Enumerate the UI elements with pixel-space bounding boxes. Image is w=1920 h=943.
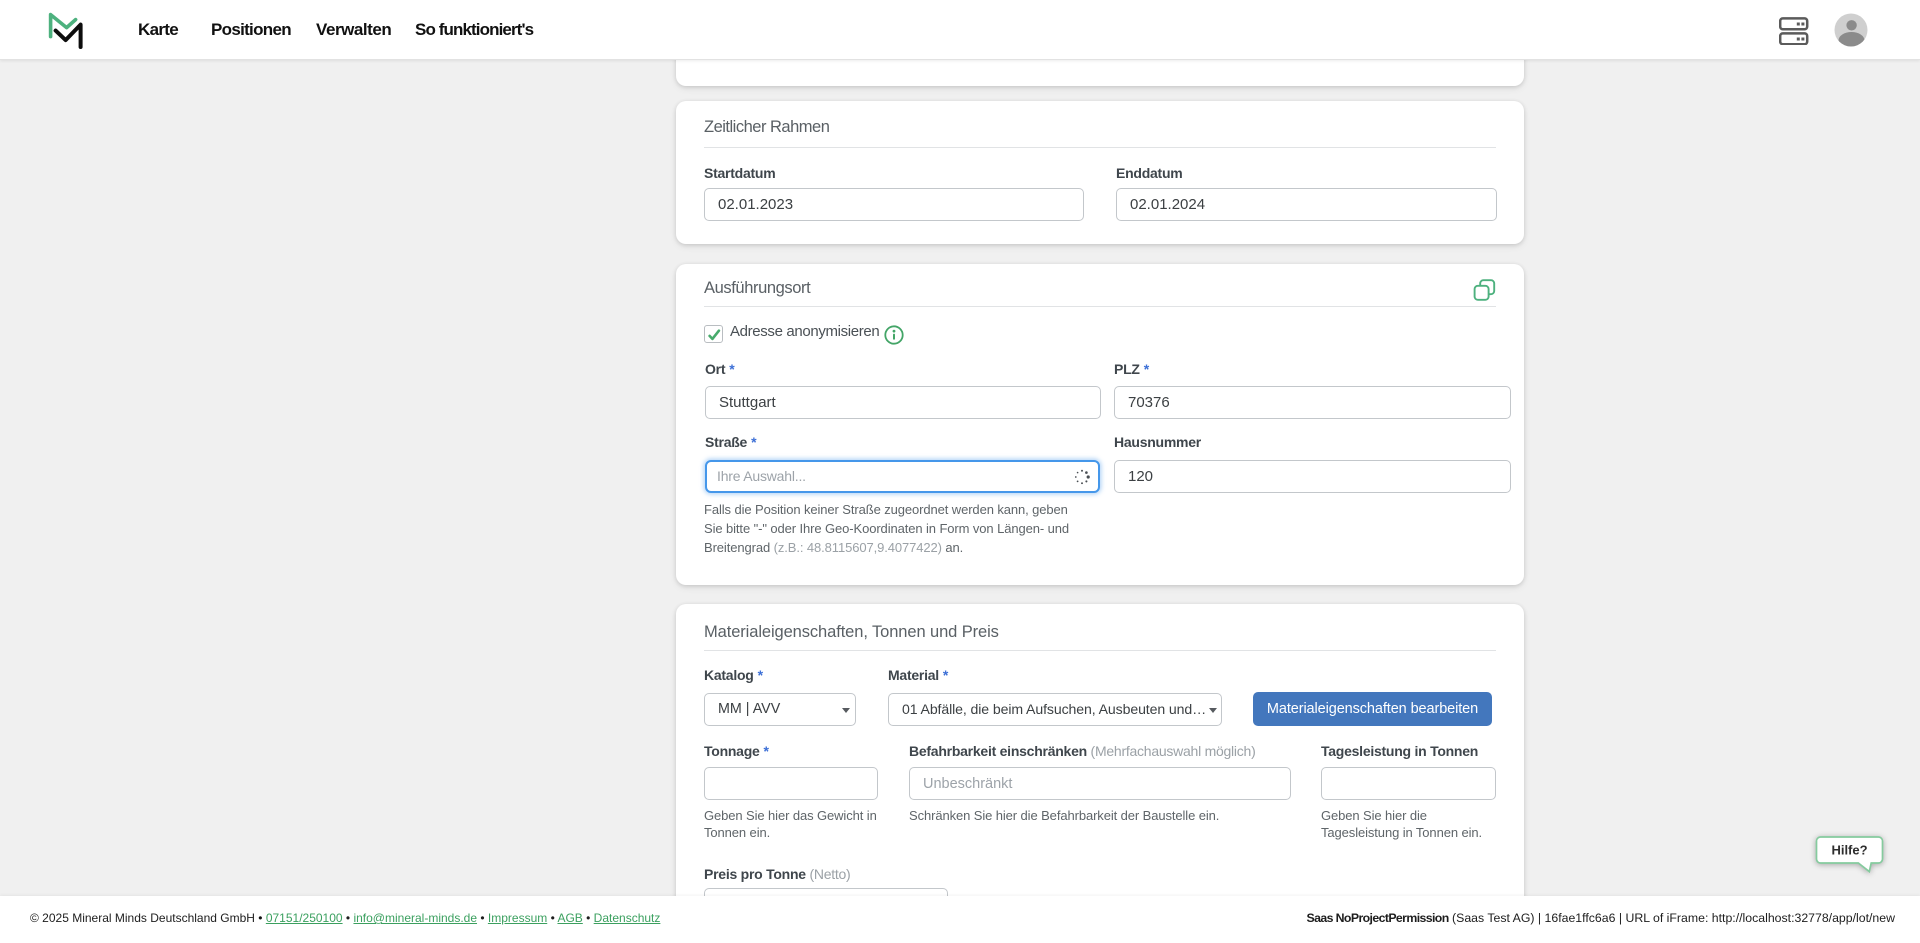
svg-text:Hilfe?: Hilfe?	[1831, 842, 1867, 857]
